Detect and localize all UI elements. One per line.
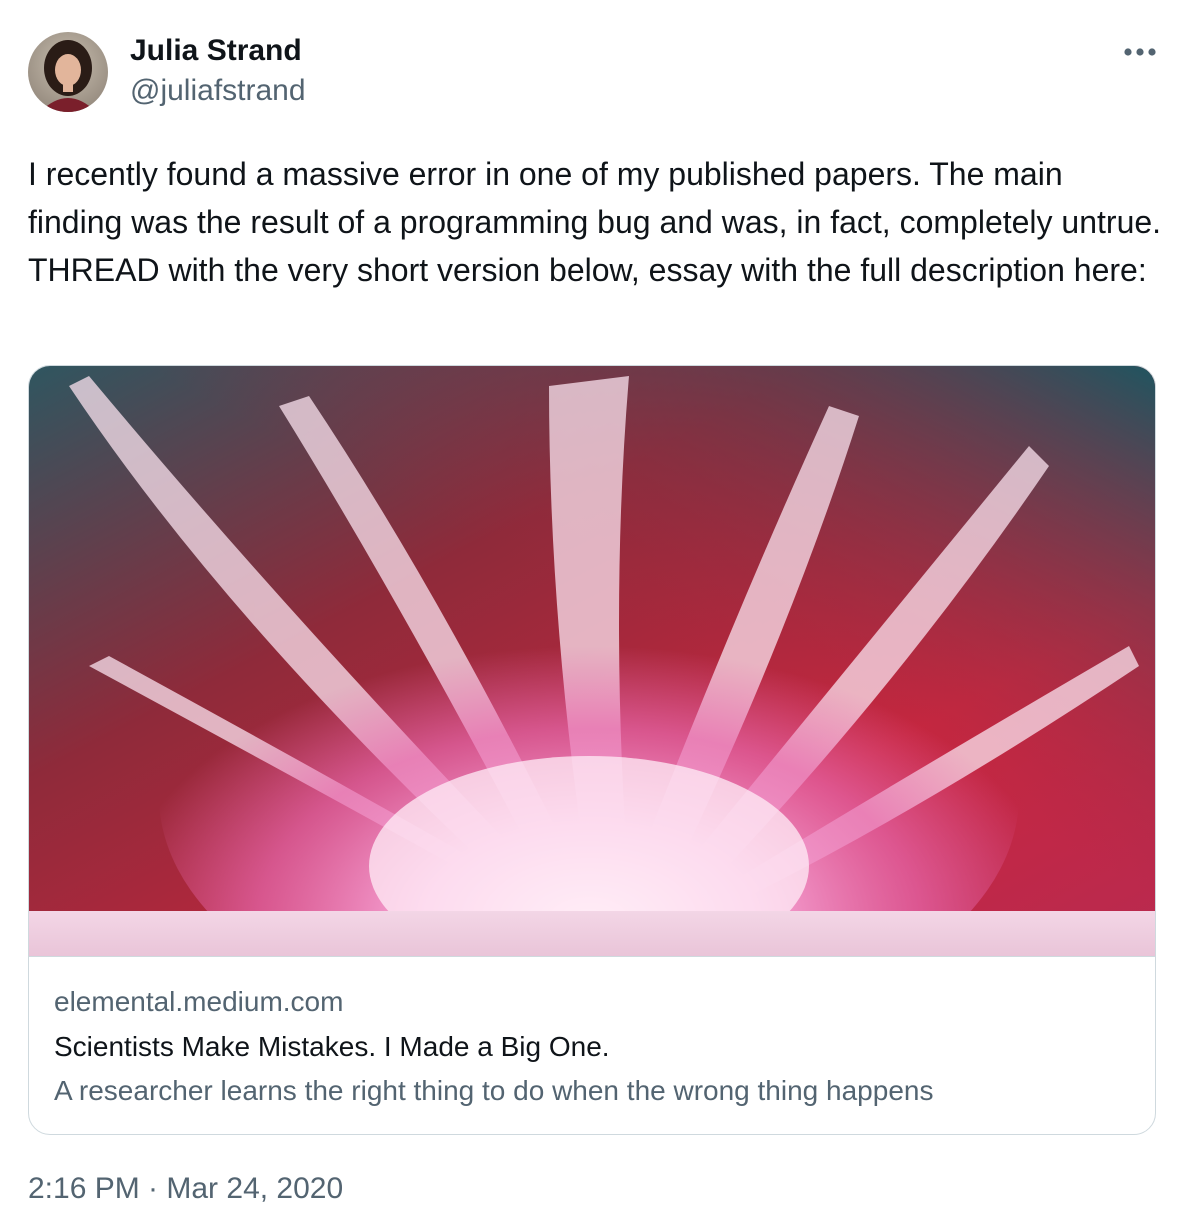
card-title: Scientists Make Mistakes. I Made a Big O… — [54, 1031, 610, 1062]
card-description: A researcher learns the right thing to d… — [54, 1075, 934, 1106]
author-handle[interactable]: @juliafstrand — [130, 74, 306, 108]
avatar[interactable] — [28, 32, 108, 112]
author-name[interactable]: Julia Strand — [130, 34, 302, 68]
link-preview-card[interactable]: elemental.medium.com Scientists Make Mis… — [28, 365, 1156, 1135]
pink-powder-explosion-image-icon — [29, 366, 1155, 956]
profile-photo-icon — [28, 32, 108, 112]
card-image[interactable] — [29, 366, 1155, 957]
tweet-text: I recently found a massive error in one … — [28, 156, 1162, 288]
timestamp-link[interactable]: 2:16 PM · Mar 24, 2020 — [28, 1172, 343, 1206]
more-options-button[interactable] — [1118, 36, 1162, 68]
more-horizontal-icon — [1124, 48, 1156, 56]
tweet: Julia Strand @juliafstrand I recently fo… — [0, 0, 1192, 1224]
card-domain: elemental.medium.com — [54, 986, 344, 1017]
